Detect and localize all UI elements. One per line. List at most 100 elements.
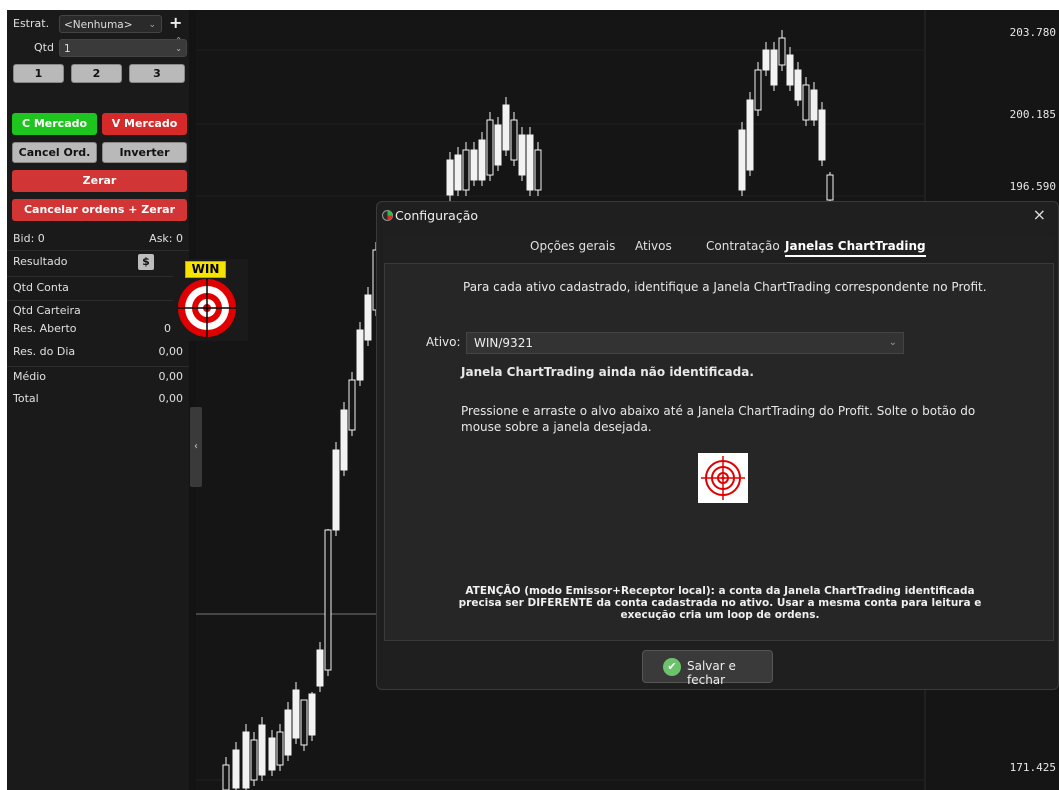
candle-body (222, 764, 230, 790)
qty-value: 1 (64, 43, 71, 55)
intro-text: Para cada ativo cadastrado, identifique … (463, 280, 987, 294)
qty-wallet-row: Qtd Carteira (7, 300, 189, 319)
win-label: WIN (185, 261, 226, 278)
cancel-and-zero-button[interactable]: Cancelar ordens + Zerar (12, 199, 187, 221)
row-value: 0,00 (158, 370, 184, 383)
candle-body (364, 294, 372, 341)
day-result-row: Res. do Dia 0,00 (7, 342, 189, 360)
qty-account-row: Qtd Conta (7, 276, 189, 298)
quick-qty-2-button[interactable]: 2 (71, 64, 122, 83)
candle-body (462, 149, 470, 191)
candle-body (518, 134, 526, 176)
win-target-widget[interactable]: WIN (173, 259, 248, 341)
price-label: 200.185 (1009, 108, 1056, 121)
total-row: Total 0,00 (7, 389, 189, 407)
chevron-left-icon: ‹ (194, 441, 198, 452)
candle-body (802, 84, 810, 121)
status-text: Janela ChartTrading ainda não identifica… (461, 365, 754, 379)
instruction-line-1: Pressione e arraste o alvo abaixo até a … (461, 404, 976, 418)
candle-body (534, 149, 542, 191)
candle-body (284, 709, 292, 756)
dialog-title: Configuração (395, 208, 479, 223)
config-dialog: Configuração × Opções gerais Ativos Cont… (376, 201, 1059, 690)
strategy-select[interactable]: <Nenhuma> ⌄ (59, 15, 162, 33)
bid-ask-row: Bid: 0 Ask: 0 (7, 228, 189, 249)
drag-target[interactable] (698, 453, 748, 503)
row-value: 0,00 (158, 392, 184, 405)
chevron-down-icon: ⌄ (888, 337, 897, 348)
collapse-panel-button[interactable]: ‹ (190, 407, 202, 487)
quick-qty-1-button[interactable]: 1 (13, 64, 64, 83)
strategy-label: Estrat. (13, 17, 50, 30)
candle-body (510, 119, 518, 161)
row-value: 0 (164, 322, 171, 335)
buy-market-button[interactable]: C Mercado (12, 113, 97, 135)
warning-line-2: precisa ser DIFERENTE da conta cadastrad… (458, 597, 982, 609)
candle-body (794, 69, 802, 101)
zero-position-button[interactable]: Zerar (12, 170, 187, 192)
candle-body (258, 724, 266, 776)
candle-body (250, 739, 258, 781)
candle-body (446, 159, 454, 196)
open-result-row: Res. Aberto 0 (7, 319, 189, 337)
candle-body (818, 109, 826, 161)
tab-general-options[interactable]: Opções gerais (530, 239, 615, 253)
invert-button[interactable]: Inverter (102, 142, 187, 163)
instruction-line-2: mouse sobre a janela desejada. (461, 420, 652, 434)
candle-body (770, 49, 778, 86)
warning-text: ATENÇÃO (modo Emissor+Receptor local): a… (445, 585, 995, 621)
candle-body (324, 529, 332, 671)
ativo-select[interactable]: WIN/9321 ⌄ (466, 332, 904, 354)
sell-market-button[interactable]: V Mercado (102, 113, 187, 135)
candle-body (738, 129, 746, 191)
candle-body (746, 99, 754, 171)
stepper-up-icon[interactable]: ⌃ ⌄ (175, 37, 182, 53)
candle-body (778, 37, 786, 66)
candle-body (356, 329, 364, 381)
price-label: 171.425 (1009, 761, 1056, 774)
currency-toggle-button[interactable]: $ (138, 254, 154, 270)
qty-stepper[interactable]: 1 ⌃ ⌄ (59, 37, 187, 57)
candle-body (502, 104, 510, 151)
result-row: Resultado $ (7, 250, 189, 275)
plus-icon[interactable]: + (169, 13, 182, 32)
close-icon[interactable]: × (1033, 205, 1046, 224)
candle-body (292, 689, 300, 739)
average-row: Médio 0,00 (7, 366, 189, 385)
candle-body (308, 693, 316, 736)
warning-line-3: execução cria um loop de ordens. (620, 609, 820, 621)
save-and-close-button[interactable]: ✔ Salvar e fechar (642, 650, 773, 687)
candle-body (526, 134, 534, 191)
candle-body (276, 731, 284, 766)
row-label: Médio (13, 370, 47, 383)
target-icon (178, 279, 236, 337)
app-logo-icon (382, 210, 393, 221)
ativo-value: WIN/9321 (474, 336, 533, 350)
cancel-orders-button[interactable]: Cancel Ord. (12, 142, 97, 163)
candle-body (348, 379, 356, 431)
candle-body (786, 54, 794, 86)
candle-body (232, 749, 240, 789)
price-label: 196.590 (1009, 180, 1056, 193)
bid-value: Bid: 0 (13, 232, 45, 245)
qty-label: Qtd (34, 41, 54, 54)
chevron-down-icon: ⌄ (148, 20, 156, 30)
save-button-label: Salvar e fechar (687, 659, 736, 687)
crosshair-target-icon (701, 456, 745, 500)
tab-contracting[interactable]: Contratação (706, 239, 780, 253)
candle-body (478, 139, 486, 181)
candle-body (486, 119, 494, 176)
candle-body (762, 49, 770, 71)
row-label: Total (13, 392, 39, 405)
tab-bar: Opções gerais Ativos Contratação Janelas… (384, 236, 1054, 260)
tab-assets[interactable]: Ativos (635, 239, 672, 253)
candle-body (826, 174, 834, 201)
candle-body (332, 449, 340, 531)
row-value: 0,00 (158, 345, 184, 358)
row-label: Res. do Dia (13, 345, 76, 358)
ativo-label: Ativo: (426, 335, 461, 349)
ask-value: Ask: 0 (149, 232, 183, 245)
quick-qty-3-button[interactable]: 3 (129, 64, 185, 83)
tab-charttrading-windows[interactable]: Janelas ChartTrading (785, 239, 926, 257)
candle-body (316, 649, 324, 687)
